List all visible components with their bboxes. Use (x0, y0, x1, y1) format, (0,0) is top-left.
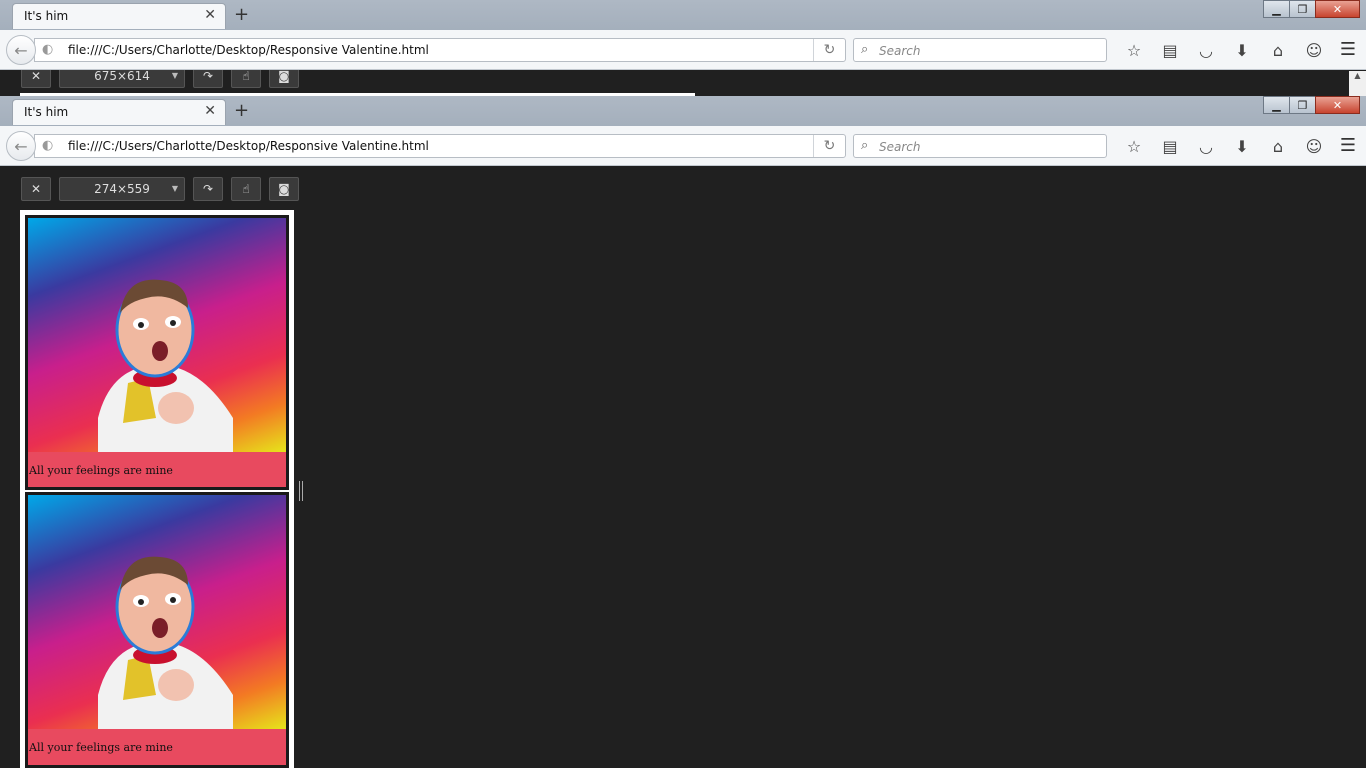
close-window-button[interactable]: ✕ (1315, 0, 1360, 18)
search-box[interactable]: ⌕ Search (853, 134, 1107, 158)
back-responsive-toolbar: ✕ 675×614 ▼ ↷ ☝ ◙ (21, 70, 307, 88)
size-value: 675×614 (94, 70, 150, 83)
search-box[interactable]: ⌕ Search (853, 38, 1107, 62)
close-window-button[interactable]: ✕ (1315, 96, 1360, 114)
pocket-icon[interactable]: ◡ (1188, 39, 1224, 61)
screenshot-button[interactable]: ◙ (269, 177, 299, 201)
chat-icon[interactable]: ☺ (1296, 135, 1332, 157)
reading-list-icon[interactable]: ▤ (1152, 135, 1188, 157)
touch-button[interactable]: ☝ (231, 70, 261, 88)
back-arrow-icon: ← (14, 40, 28, 60)
rotate-button[interactable]: ↷ (193, 177, 223, 201)
url-bar[interactable]: ◐ file:///C:/Users/Charlotte/Desktop/Res… (34, 38, 846, 62)
tab-close-icon[interactable]: ✕ (204, 7, 216, 23)
minimize-button[interactable]: ▁ (1263, 0, 1290, 18)
restore-button[interactable]: ❐ (1289, 0, 1316, 18)
browser-tab-back[interactable]: It's him ✕ (12, 3, 226, 29)
screenshot-button[interactable]: ◙ (269, 70, 299, 88)
new-tab-plus-icon[interactable]: + (234, 4, 249, 25)
close-responsive-button[interactable]: ✕ (21, 177, 51, 201)
reload-icon[interactable]: ↻ (813, 135, 845, 157)
window-controls: ▁ ❐ ✕ (1263, 96, 1360, 114)
title-bar-back: It's him ✕ + ▁ ❐ ✕ (0, 0, 1366, 30)
touch-button[interactable]: ☝ (231, 177, 261, 201)
card-image (28, 218, 286, 452)
home-icon[interactable]: ⌂ (1260, 39, 1296, 61)
minimize-button[interactable]: ▁ (1263, 96, 1290, 114)
home-icon[interactable]: ⌂ (1260, 135, 1296, 157)
restore-button[interactable]: ❐ (1289, 96, 1316, 114)
search-placeholder: Search (879, 140, 921, 154)
tab-title: It's him (24, 9, 69, 23)
url-bar[interactable]: ◐ file:///C:/Users/Charlotte/Desktop/Res… (34, 134, 846, 158)
rotate-button[interactable]: ↷ (193, 70, 223, 88)
window-controls-back: ▁ ❐ ✕ (1263, 0, 1360, 18)
toolbar-icons: ☆ ▤ ◡ ⬇ ⌂ ☺ (1116, 135, 1332, 157)
card-caption: All your feelings are mine (29, 464, 173, 477)
character-illustration (98, 279, 233, 452)
star-icon[interactable]: ☆ (1116, 135, 1152, 157)
hamburger-icon[interactable]: ☰ (1340, 39, 1356, 60)
download-icon[interactable]: ⬇ (1224, 135, 1260, 157)
valentine-card: All your feelings are mine (25, 215, 289, 490)
size-value: 274×559 (94, 182, 150, 196)
globe-icon: ◐ (42, 138, 54, 153)
back-arrow-icon: ← (14, 136, 28, 156)
reload-icon[interactable]: ↻ (813, 39, 845, 61)
size-select[interactable]: 675×614 ▼ (59, 70, 185, 88)
chat-icon[interactable]: ☺ (1296, 39, 1332, 61)
title-bar: It's him ✕ + ▁ ❐ ✕ (0, 96, 1366, 126)
download-icon[interactable]: ⬇ (1224, 39, 1260, 61)
nav-toolbar-back: ◐ file:///C:/Users/Charlotte/Desktop/Res… (0, 30, 1366, 70)
scrollbar-up-arrow[interactable]: ▲ (1349, 71, 1366, 96)
close-responsive-button[interactable]: ✕ (21, 70, 51, 88)
card-image (28, 495, 286, 729)
viewport-resize-handle[interactable] (299, 481, 303, 501)
toolbar-icons: ☆ ▤ ◡ ⬇ ⌂ ☺ (1116, 39, 1332, 61)
card-caption: All your feelings are mine (29, 741, 173, 754)
magnifier-icon: ⌕ (861, 138, 869, 153)
pocket-icon[interactable]: ◡ (1188, 135, 1224, 157)
hamburger-icon[interactable]: ☰ (1340, 135, 1356, 156)
back-button[interactable]: ← (6, 131, 36, 161)
character-illustration (98, 556, 233, 729)
new-tab-plus-icon[interactable]: + (234, 100, 249, 121)
globe-icon: ◐ (42, 42, 54, 57)
browser-tab[interactable]: It's him ✕ (12, 99, 226, 125)
responsive-toolbar: ✕ 274×559 ▼ ↷ ☝ ◙ (21, 177, 307, 201)
star-icon[interactable]: ☆ (1116, 39, 1152, 61)
tab-title: It's him (24, 105, 69, 119)
reading-list-icon[interactable]: ▤ (1152, 39, 1188, 61)
url-text: file:///C:/Users/Charlotte/Desktop/Respo… (68, 139, 429, 153)
back-button[interactable]: ← (6, 35, 36, 65)
magnifier-icon: ⌕ (861, 42, 869, 57)
tab-close-icon[interactable]: ✕ (204, 103, 216, 119)
search-placeholder: Search (879, 44, 921, 58)
back-responsive-strip: ✕ 675×614 ▼ ↷ ☝ ◙ (0, 70, 1366, 96)
responsive-viewport: All your feelings are mine All your feel… (20, 210, 294, 768)
url-text: file:///C:/Users/Charlotte/Desktop/Respo… (68, 43, 429, 57)
nav-toolbar: ◐ file:///C:/Users/Charlotte/Desktop/Res… (0, 126, 1366, 166)
valentine-card: All your feelings are mine (25, 492, 289, 768)
size-select[interactable]: 274×559 ▼ (59, 177, 185, 201)
